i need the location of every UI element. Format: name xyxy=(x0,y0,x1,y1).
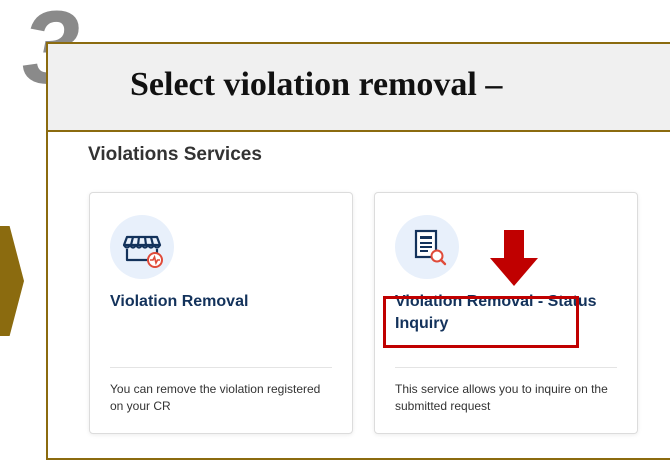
title-band: Select violation removal – xyxy=(48,44,670,132)
service-card-violation-removal[interactable]: Violation Removal You can remove the vio… xyxy=(89,192,353,434)
card-divider xyxy=(110,367,332,368)
chevron-right-icon xyxy=(0,226,24,336)
card-description: This service allows you to inquire on th… xyxy=(395,382,608,413)
arrow-down-icon xyxy=(490,230,538,286)
instruction-title: Select violation removal – xyxy=(130,66,503,103)
highlight-box xyxy=(383,296,579,348)
shop-icon xyxy=(110,215,174,279)
card-title[interactable]: Violation Removal xyxy=(110,291,340,313)
section-heading: Violations Services xyxy=(88,144,262,165)
card-description: You can remove the violation registered … xyxy=(110,382,321,413)
document-search-icon xyxy=(395,215,459,279)
card-divider xyxy=(395,367,617,368)
